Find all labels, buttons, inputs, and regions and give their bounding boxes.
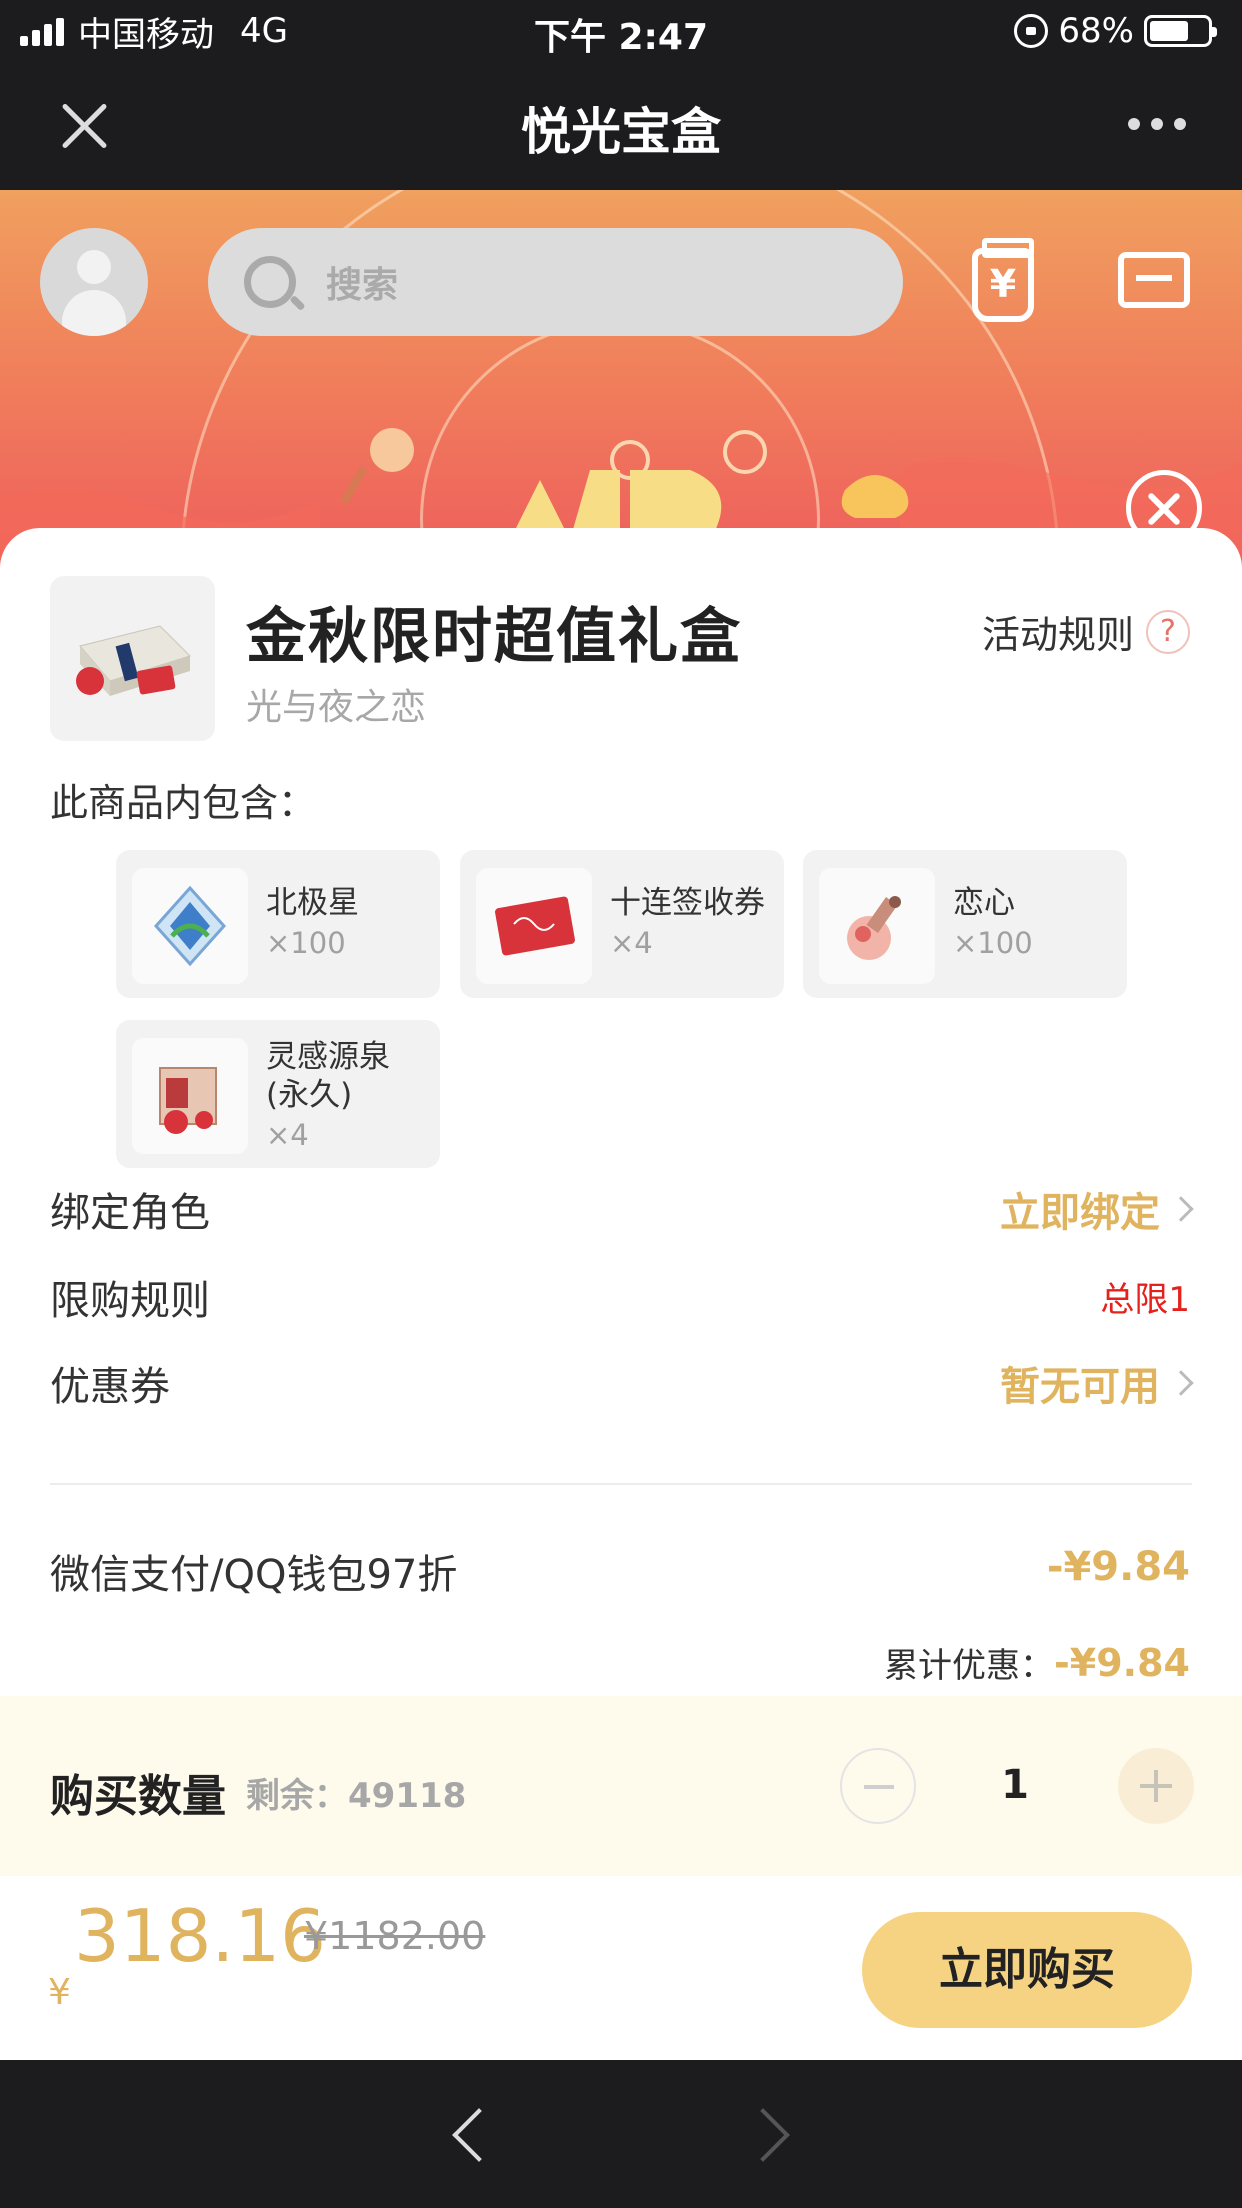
- item-quantity: ×100: [953, 926, 1033, 960]
- status-bar: 中国移动 4G 下午 2:47 68%: [0, 0, 1242, 62]
- limit-rule-value: 总限1: [1100, 1272, 1190, 1321]
- browser-toolbar: [0, 2060, 1242, 2208]
- forward-icon[interactable]: [736, 2108, 790, 2162]
- item-name: 北极星: [266, 885, 359, 921]
- total-discount: 累计优惠： -¥9.84: [884, 1638, 1190, 1687]
- banner: 搜索 ¥: [0, 190, 1242, 570]
- back-icon[interactable]: [452, 2108, 506, 2162]
- coin-jar-icon[interactable]: ¥: [972, 238, 1034, 322]
- total-discount-label: 累计优惠：: [884, 1646, 1055, 1686]
- item-quantity: ×4: [610, 926, 653, 960]
- bind-role-button[interactable]: 立即绑定: [1000, 1180, 1194, 1238]
- item-image: [476, 868, 592, 984]
- quantity-label: 购买数量: [50, 1771, 226, 1822]
- search-bar[interactable]: 搜索: [208, 228, 903, 336]
- coupon-label: 优惠券: [50, 1364, 170, 1410]
- item-name: 恋心: [953, 885, 1015, 921]
- total-discount-value: -¥9.84: [1054, 1640, 1190, 1685]
- search-placeholder: 搜索: [326, 265, 399, 306]
- limit-rule-label: 限购规则: [50, 1278, 210, 1324]
- page-title: 悦光宝盒: [521, 103, 721, 161]
- rotation-lock-icon: [1014, 14, 1049, 48]
- coupon-button[interactable]: 暂无可用: [1000, 1354, 1194, 1412]
- product-thumbnail: [50, 576, 215, 741]
- inspiration-box-icon: [159, 1067, 217, 1134]
- bind-role-value: 立即绑定: [1000, 1190, 1160, 1236]
- product-game: 光与夜之恋: [246, 687, 427, 728]
- activity-rules-label: 活动规则: [981, 613, 1134, 657]
- status-right: 68%: [1014, 10, 1217, 52]
- product-title: 金秋限时超值礼盒: [246, 602, 742, 672]
- star-crystal-icon: [153, 885, 227, 967]
- purchase-sheet: 金秋限时超值礼盒 光与夜之恋 活动规则 ? 此商品内包含： 北极星 ×100 十…: [0, 528, 1242, 2060]
- coupon-value: 暂无可用: [1000, 1364, 1160, 1410]
- gift-box-image: [76, 625, 191, 696]
- activity-rules-link[interactable]: 活动规则 ?: [982, 604, 1190, 659]
- content-item: 十连签收券 ×4: [460, 850, 784, 998]
- chevron-right-icon: [1168, 1196, 1194, 1222]
- more-icon[interactable]: [1128, 118, 1186, 130]
- item-name: 灵感源泉(永久): [266, 1039, 390, 1113]
- nav-bar: 悦光宝盒: [0, 62, 1242, 190]
- item-image: [132, 868, 248, 984]
- quantity-value[interactable]: 1: [960, 1762, 1070, 1808]
- help-icon: ?: [1146, 609, 1190, 654]
- item-image: [819, 868, 935, 984]
- battery-icon: [1144, 15, 1217, 47]
- divider: [50, 1483, 1192, 1485]
- bind-role-label: 绑定角色: [50, 1190, 210, 1236]
- item-quantity: ×100: [266, 926, 346, 960]
- limit-rule-text: 总限1: [1100, 1280, 1190, 1320]
- content-item: 恋心 ×100: [803, 850, 1127, 998]
- item-name: 十连签收券: [610, 885, 765, 921]
- ticket-card-icon: [495, 896, 575, 956]
- decrease-quantity-button[interactable]: [840, 1748, 916, 1824]
- content-item: 北极星 ×100: [116, 850, 440, 998]
- buy-now-button[interactable]: 立即购买: [862, 1912, 1192, 2028]
- increase-quantity-button[interactable]: [1118, 1748, 1194, 1824]
- remaining-stock: 剩余：49118: [246, 1776, 467, 1816]
- content-item: 灵感源泉(永久) ×4: [116, 1020, 440, 1168]
- battery-percent: 68%: [1058, 11, 1134, 51]
- ticket-icon[interactable]: [1118, 252, 1190, 308]
- contents-label: 此商品内包含：: [50, 781, 317, 825]
- chevron-right-icon: [1168, 1370, 1194, 1396]
- payment-discount-label: 微信支付/QQ钱包97折: [50, 1552, 458, 1598]
- item-image: [132, 1038, 248, 1154]
- search-icon: [244, 256, 296, 308]
- avatar[interactable]: [40, 228, 148, 336]
- heart-bottle-icon: [847, 896, 901, 960]
- item-quantity: ×4: [266, 1118, 309, 1152]
- payment-discount-value: -¥9.84: [1046, 1544, 1190, 1590]
- quantity-bar: 购买数量 剩余：49118 1: [0, 1696, 1242, 1876]
